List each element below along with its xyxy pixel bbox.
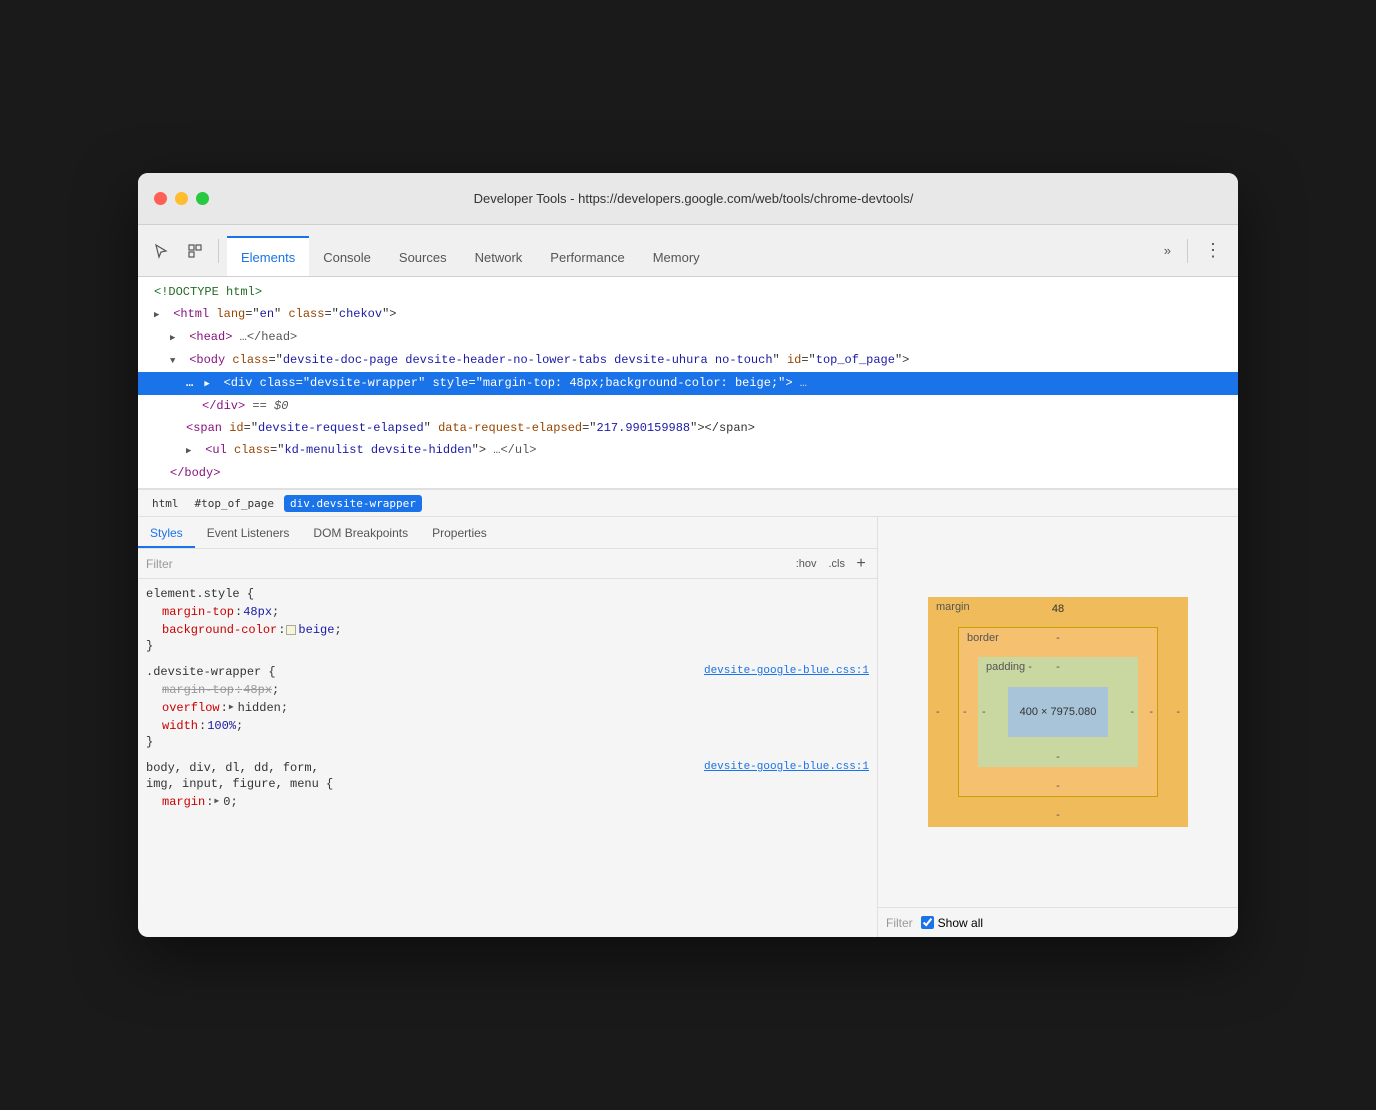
devtools-toolbar: Elements Console Sources Network Perform… [138,225,1238,277]
css-prop-margin-top-2: margin-top : 48px ; [146,681,869,699]
box-model-panel: margin 48 - - - border - - [878,517,1238,937]
panel-tabs: Styles Event Listeners DOM Breakpoints P… [138,517,877,549]
css-rule-body-div: body, div, dl, dd, form, devsite-google-… [146,761,869,811]
body-div-selector-2: img, input, figure, menu { [146,777,333,791]
breadcrumb-html[interactable]: html [146,495,185,512]
dom-line-body[interactable]: ▼ <body class="devsite-doc-page devsite-… [138,349,1238,372]
beige-color-swatch[interactable] [286,625,296,635]
dom-line-body-close[interactable]: </body> [138,462,1238,484]
dom-line-div-close[interactable]: </div> == $0 [138,395,1238,417]
padding-label: padding - [986,661,1032,673]
tab-elements[interactable]: Elements [227,236,309,276]
filter-bottom-bar: Filter Show all [878,907,1238,937]
dom-line-doctype[interactable]: <!DOCTYPE html> [138,281,1238,303]
margin-top-value: 48 [1052,603,1064,615]
show-all-checkbox-item: Show all [921,916,983,930]
breadcrumb-bar: html #top_of_page div.devsite-wrapper [138,489,1238,517]
padding-right-value: - [1130,706,1134,718]
expand-head-icon[interactable]: ▶ [170,329,182,347]
expand-div-icon[interactable]: ▶ [204,375,216,393]
window-title: Developer Tools - https://developers.goo… [165,191,1222,206]
filter-bottom-label: Filter [886,916,913,930]
tab-styles[interactable]: Styles [138,520,195,548]
dom-line-head[interactable]: ▶ <head> …</head> [138,326,1238,349]
box-model-content: 400 × 7975.080 [1008,687,1108,737]
breadcrumb-div[interactable]: div.devsite-wrapper [284,495,422,512]
padding-bottom-value: - [1056,751,1060,763]
margin-arrow-icon: ▶ [214,793,219,811]
styles-content: element.style { margin-top : 48px ; back… [138,579,877,937]
tab-bar: Elements Console Sources Network Perform… [227,225,1152,276]
tab-memory[interactable]: Memory [639,238,714,276]
devsite-wrapper-selector: .devsite-wrapper { [146,665,276,679]
css-rule-close-1: } [146,639,869,653]
box-model: margin 48 - - - border - - [928,597,1188,827]
doctype-text: <!DOCTYPE html> [154,285,262,299]
more-tabs-button[interactable]: » [1156,239,1179,262]
filter-placeholder: Filter [146,557,786,571]
cursor-icon[interactable] [146,236,176,266]
border-left-value: - [963,706,967,718]
body-div-selector: body, div, dl, dd, form, [146,761,319,775]
expand-html-icon[interactable]: ▶ [154,306,166,324]
add-style-button[interactable]: + [853,556,869,572]
border-label: border [967,632,999,644]
dom-line-html[interactable]: ▶ <html lang="en" class="chekov"> [138,303,1238,326]
css-rule-close-2: } [146,735,869,749]
show-all-label: Show all [938,916,983,930]
margin-label: margin [936,601,970,613]
dom-tree-panel: <!DOCTYPE html> ▶ <html lang="en" class=… [138,277,1238,489]
css-prop-margin-top-1: margin-top : 48px ; [146,603,869,621]
margin-left-value: - [936,706,940,718]
css-prop-overflow: overflow : ▶ hidden ; [146,699,869,717]
tab-console[interactable]: Console [309,238,385,276]
expand-body-icon[interactable]: ▼ [170,352,182,370]
toolbar-separator [218,239,219,263]
padding-top-value: - [1056,661,1060,673]
tab-network[interactable]: Network [461,238,537,276]
css-prop-margin: margin : ▶ 0 ; [146,793,869,811]
title-bar: Developer Tools - https://developers.goo… [138,173,1238,225]
tab-properties[interactable]: Properties [420,520,499,548]
devtools-menu-button[interactable]: ⋮ [1196,236,1230,265]
margin-right-value: - [1176,706,1180,718]
lower-panel: Styles Event Listeners DOM Breakpoints P… [138,517,1238,937]
css-rule-devsite-wrapper: .devsite-wrapper { devsite-google-blue.c… [146,665,869,749]
tab-performance[interactable]: Performance [536,238,638,276]
expand-ul-icon[interactable]: ▶ [186,442,198,460]
inspector-icon[interactable] [180,236,210,266]
border-top-value: - [1056,632,1060,644]
devtools-window: Developer Tools - https://developers.goo… [138,173,1238,937]
breadcrumb-top[interactable]: #top_of_page [189,495,280,512]
cls-button[interactable]: .cls [825,557,850,571]
toolbar-sep-2 [1187,239,1188,263]
dom-line-span[interactable]: <span id="devsite-request-elapsed" data-… [138,417,1238,439]
html-tag: <html [173,307,209,321]
box-model-container: margin 48 - - - border - - [878,517,1238,907]
tab-sources[interactable]: Sources [385,238,461,276]
padding-left-value: - [982,706,986,718]
body-div-source[interactable]: devsite-google-blue.css:1 [704,761,869,775]
element-style-selector: element.style { [146,587,254,601]
dom-line-ul[interactable]: ▶ <ul class="kd-menulist devsite-hidden"… [138,439,1238,462]
border-bottom-value: - [1056,780,1060,792]
filter-bar: Filter :hov .cls + [138,549,877,579]
css-prop-background-color: background-color : beige ; [146,621,869,639]
border-right-value: - [1149,706,1153,718]
hov-button[interactable]: :hov [792,557,821,571]
tab-dom-breakpoints[interactable]: DOM Breakpoints [301,520,420,548]
tab-event-listeners[interactable]: Event Listeners [195,520,302,548]
dom-line-div-wrapper[interactable]: … ▶ <div class="devsite-wrapper" style="… [138,372,1238,395]
styles-panel: Styles Event Listeners DOM Breakpoints P… [138,517,878,937]
filter-actions: :hov .cls + [792,556,869,572]
overflow-arrow-icon: ▶ [229,699,234,717]
devsite-wrapper-source[interactable]: devsite-google-blue.css:1 [704,665,869,679]
css-prop-width: width : 100% ; [146,717,869,735]
margin-bottom-value: - [1056,809,1060,821]
content-size: 400 × 7975.080 [1020,706,1097,718]
show-all-checkbox[interactable] [921,916,934,929]
css-rule-element-style: element.style { margin-top : 48px ; back… [146,587,869,653]
